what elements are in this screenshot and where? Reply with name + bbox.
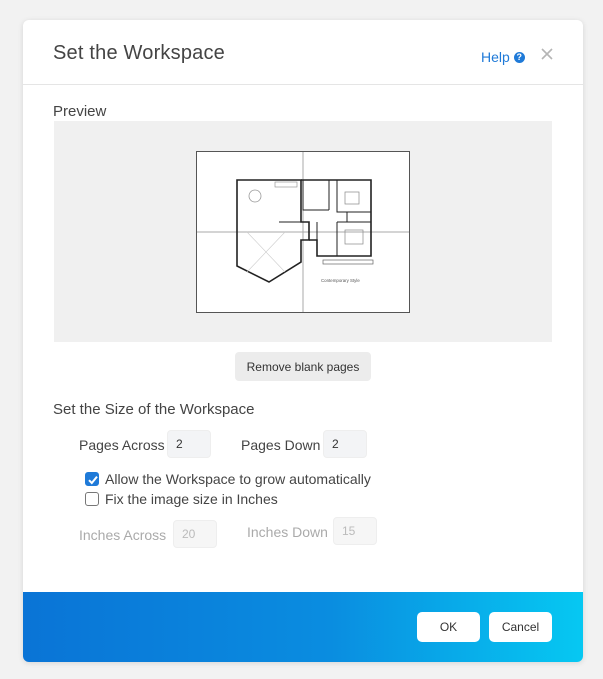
dialog-header: Set the Workspace Help ?: [23, 20, 583, 85]
set-workspace-dialog: Set the Workspace Help ? Preview Contemp…: [23, 20, 583, 662]
preview-sheet: Contemporary Style: [196, 151, 410, 313]
preview-area: Contemporary Style: [54, 121, 552, 342]
workspace-size-label: Set the Size of the Workspace: [53, 401, 255, 418]
preview-label: Preview: [53, 103, 107, 120]
pages-down-input[interactable]: 2: [323, 430, 367, 458]
fix-size-label: Fix the image size in Inches: [105, 491, 278, 507]
cancel-button[interactable]: Cancel: [489, 612, 552, 642]
inches-across-input[interactable]: 20: [173, 520, 217, 548]
close-icon[interactable]: [539, 46, 555, 62]
dialog-footer: OK Cancel: [23, 592, 583, 662]
ok-button[interactable]: OK: [417, 612, 480, 642]
grow-checkbox[interactable]: [85, 472, 99, 486]
pages-across-label: Pages Across: [79, 437, 165, 453]
pages-down-label: Pages Down: [241, 437, 321, 453]
pages-across-input[interactable]: 2: [167, 430, 211, 458]
grow-option[interactable]: Allow the Workspace to grow automaticall…: [85, 471, 371, 487]
floor-plan-image: Contemporary Style: [197, 152, 409, 312]
fix-size-checkbox[interactable]: [85, 492, 99, 506]
question-circle-icon: ?: [513, 51, 525, 63]
inches-down-input[interactable]: 15: [333, 517, 377, 545]
help-link[interactable]: Help ?: [481, 49, 525, 65]
help-label: Help: [481, 49, 510, 65]
inches-across-label: Inches Across: [79, 527, 167, 543]
fix-size-option[interactable]: Fix the image size in Inches: [85, 491, 278, 507]
checkmark-icon: [88, 475, 98, 485]
grow-label: Allow the Workspace to grow automaticall…: [105, 471, 371, 487]
dialog-title: Set the Workspace: [53, 42, 226, 64]
inches-down-label: Inches Down: [247, 524, 328, 540]
plan-caption: Contemporary Style: [321, 278, 360, 283]
remove-blank-pages-button[interactable]: Remove blank pages: [235, 352, 371, 381]
